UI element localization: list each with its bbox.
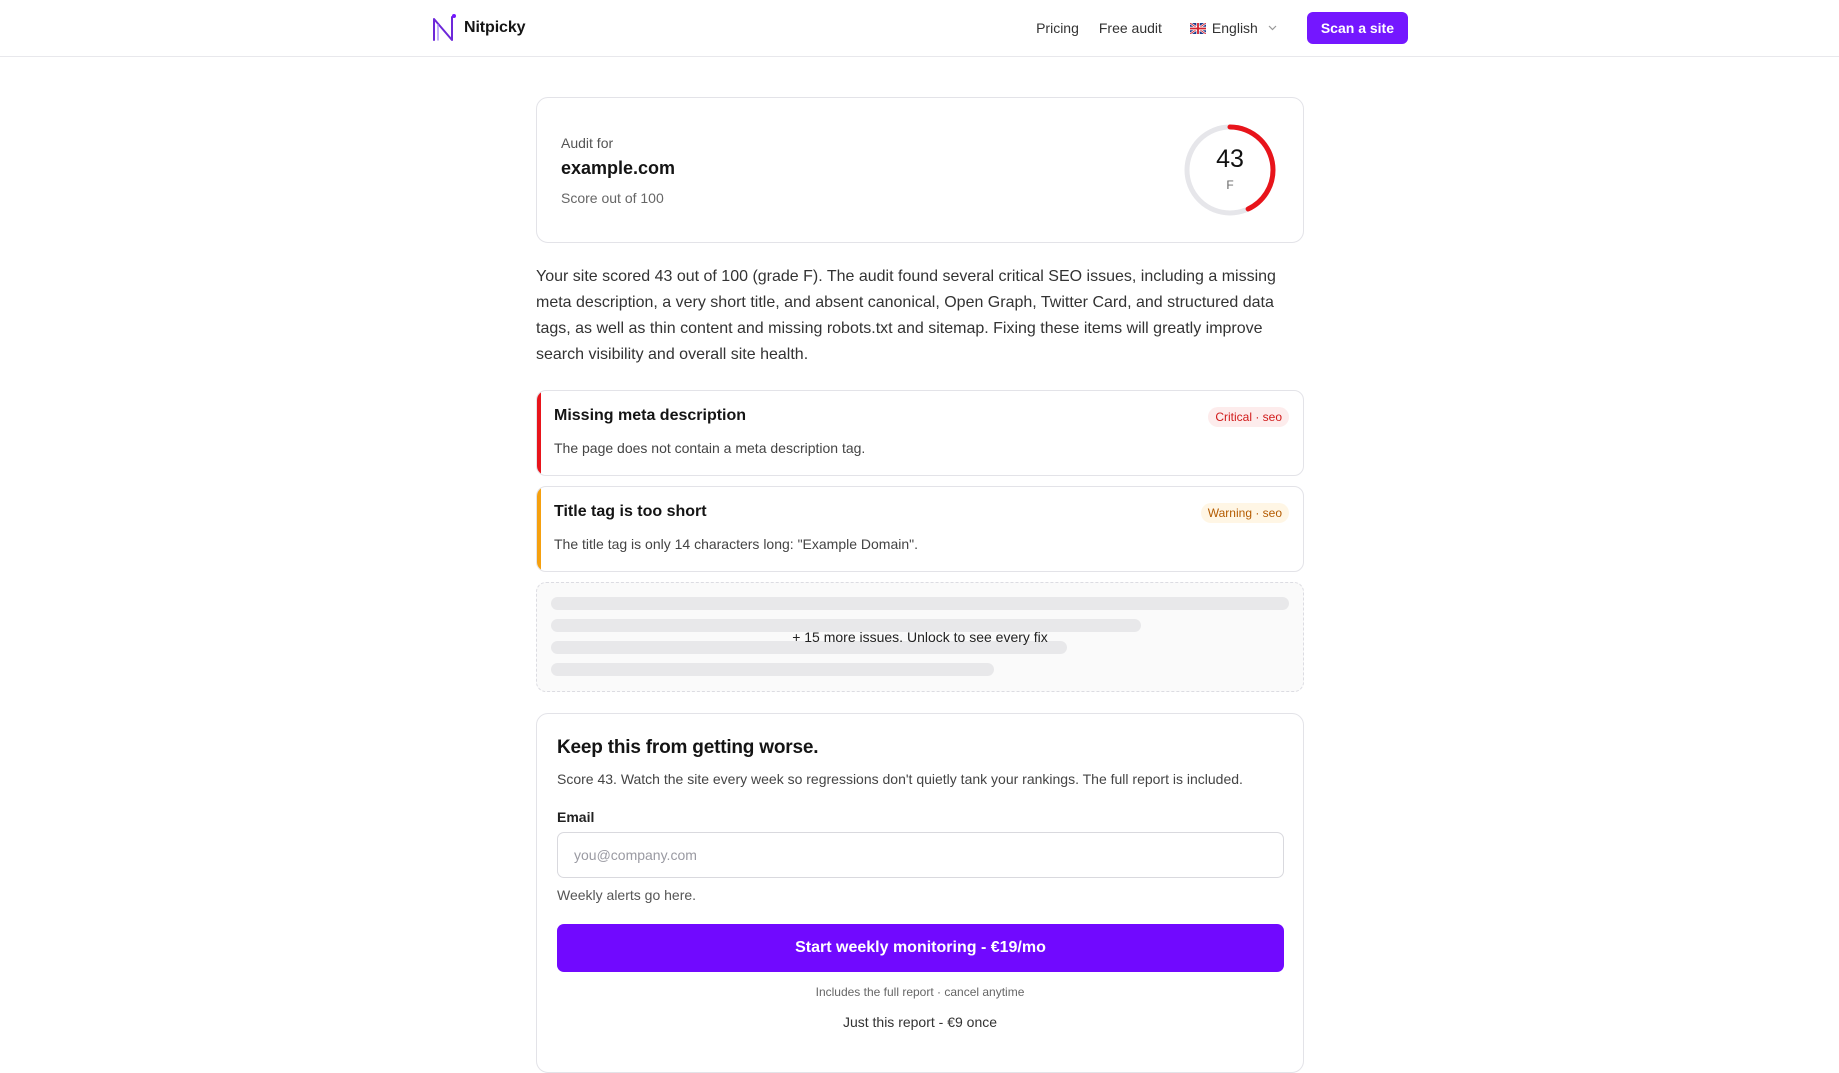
skeleton-line	[551, 597, 1289, 610]
severity-bar	[537, 391, 541, 475]
score-card: Audit for example.com Score out of 100 4…	[536, 97, 1304, 243]
severity-badge: Critical · seo	[1208, 407, 1289, 427]
monitoring-description: Score 43. Watch the site every week so r…	[557, 771, 1243, 787]
issue-card[interactable]: Title tag is too short Warning · seo The…	[536, 486, 1304, 572]
issue-description: The page does not contain a meta descrip…	[554, 440, 866, 456]
brand-name: Nitpicky	[464, 19, 526, 36]
uk-flag-icon	[1189, 22, 1206, 34]
language-selector[interactable]: English	[1189, 20, 1277, 36]
start-monitoring-button[interactable]: Start weekly monitoring - €19/mo	[557, 924, 1284, 972]
email-help-text: Weekly alerts go here.	[557, 887, 697, 903]
issue-title: Title tag is too short	[554, 503, 707, 520]
main-nav: Pricing Free audit English Scan a site	[1036, 12, 1408, 44]
nav-pricing-link[interactable]: Pricing	[1036, 20, 1079, 36]
email-input[interactable]	[557, 832, 1284, 878]
severity-badge: Warning · seo	[1200, 503, 1289, 523]
locked-issues-text: + 15 more issues. Unlock to see every fi…	[792, 629, 1048, 645]
monitoring-signup-card: Keep this from getting worse. Score 43. …	[536, 713, 1304, 1073]
skeleton-line	[551, 663, 994, 676]
issue-card[interactable]: Missing meta description Critical · seo …	[536, 390, 1304, 476]
severity-bar	[537, 487, 541, 571]
brand[interactable]: Nitpicky	[430, 13, 526, 43]
issue-description: The title tag is only 14 characters long…	[554, 536, 918, 552]
chevron-down-icon	[1268, 25, 1277, 31]
audit-for-label: Audit for	[561, 135, 614, 151]
main-content: Audit for example.com Score out of 100 4…	[536, 97, 1304, 1073]
score-scale-label: Score out of 100	[561, 190, 664, 206]
locked-issues-panel[interactable]: + 15 more issues. Unlock to see every fi…	[536, 582, 1304, 692]
issue-title: Missing meta description	[554, 407, 747, 424]
audited-domain: example.com	[561, 158, 676, 178]
buy-once-link[interactable]: Just this report - €9 once	[537, 1014, 1303, 1030]
top-nav-bar: Nitpicky Pricing Free audit English Scan…	[0, 0, 1839, 57]
nav-free-audit-link[interactable]: Free audit	[1099, 20, 1162, 36]
scan-site-button[interactable]: Scan a site	[1306, 12, 1408, 44]
monitoring-note: Includes the full report · cancel anytim…	[815, 985, 1025, 999]
audit-summary: Your site scored 43 out of 100 (grade F)…	[536, 268, 1276, 363]
brand-logo-icon	[433, 14, 456, 41]
score-gauge: 43 F	[1183, 123, 1277, 217]
email-label: Email	[557, 809, 595, 825]
monitoring-title: Keep this from getting worse.	[557, 737, 819, 758]
score-value: 43	[1216, 145, 1244, 173]
language-label: English	[1211, 20, 1258, 36]
score-grade: F	[1226, 178, 1234, 192]
